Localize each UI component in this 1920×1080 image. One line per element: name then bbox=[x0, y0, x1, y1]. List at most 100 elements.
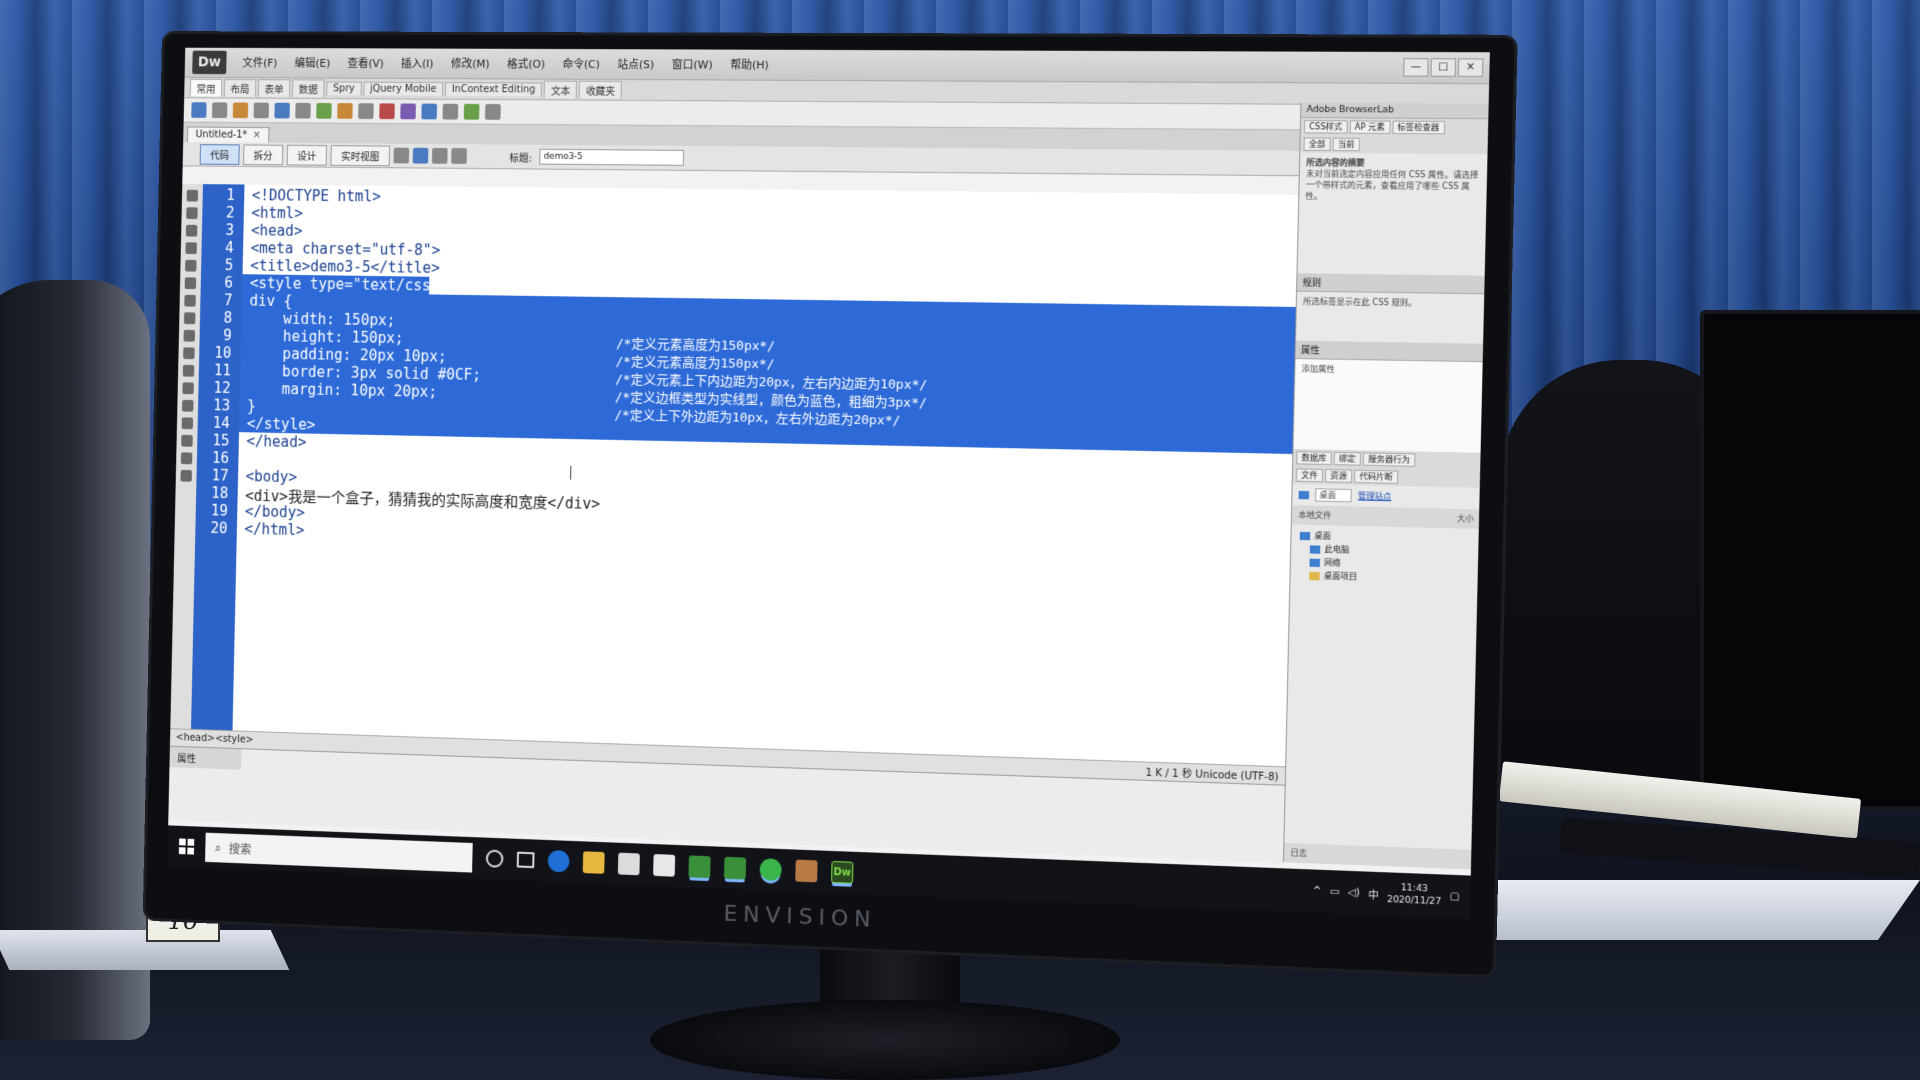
balance-braces-icon[interactable] bbox=[184, 277, 197, 290]
menu-insert[interactable]: 插入(I) bbox=[392, 55, 442, 71]
line-numbers-icon[interactable] bbox=[184, 294, 196, 307]
head-icon[interactable] bbox=[421, 103, 438, 120]
tab-all[interactable]: 全部 bbox=[1303, 137, 1331, 151]
horizontal-rule-icon[interactable] bbox=[253, 102, 270, 119]
tree-item[interactable]: 桌面项目 bbox=[1309, 570, 1472, 586]
refresh-icon[interactable] bbox=[451, 148, 467, 164]
close-button[interactable]: × bbox=[1457, 58, 1484, 77]
move-css-icon[interactable] bbox=[181, 417, 194, 430]
title-input[interactable]: demo3-5 bbox=[539, 148, 685, 166]
collapse-selection-icon[interactable] bbox=[185, 224, 198, 237]
date-icon[interactable] bbox=[358, 103, 374, 120]
tab-ap-elements[interactable]: AP 元素 bbox=[1349, 120, 1391, 134]
file-explorer-icon[interactable] bbox=[582, 851, 605, 874]
site-select[interactable]: 桌面 bbox=[1315, 488, 1352, 503]
select-parent-tag-icon[interactable] bbox=[185, 259, 197, 272]
comment-icon[interactable] bbox=[400, 103, 416, 120]
tab-tag-inspector[interactable]: 标签检查器 bbox=[1391, 120, 1445, 135]
collapse-tag-icon[interactable] bbox=[186, 207, 198, 220]
wechat-icon[interactable] bbox=[759, 858, 782, 881]
outdent-icon[interactable] bbox=[180, 452, 193, 465]
apply-comment-icon[interactable] bbox=[183, 347, 195, 360]
tab-assets[interactable]: 资源 bbox=[1324, 469, 1353, 483]
media-icon[interactable] bbox=[337, 103, 353, 119]
cortana-icon[interactable] bbox=[485, 849, 504, 868]
document-tab[interactable]: Untitled-1* × bbox=[186, 126, 270, 143]
minimize-button[interactable]: — bbox=[1403, 58, 1429, 77]
insert-tab-common[interactable]: 常用 bbox=[189, 78, 223, 97]
email-link-icon[interactable] bbox=[211, 102, 228, 119]
task-view-icon[interactable] bbox=[516, 851, 535, 869]
code-view-button[interactable]: 代码 bbox=[199, 143, 240, 165]
ime-indicator[interactable]: 中 bbox=[1368, 885, 1379, 902]
browserlab-panel-header[interactable]: Adobe BrowserLab bbox=[1301, 102, 1490, 120]
named-anchor-icon[interactable] bbox=[232, 102, 249, 119]
menu-edit[interactable]: 编辑(E) bbox=[286, 55, 339, 71]
notification-icon[interactable]: ▢ bbox=[1450, 891, 1460, 903]
insert-tab-spry[interactable]: Spry bbox=[326, 81, 362, 96]
preview-browser-icon[interactable] bbox=[412, 147, 429, 164]
expand-all-icon[interactable] bbox=[185, 242, 197, 255]
validate-icon[interactable] bbox=[431, 147, 448, 164]
insert-tab-data[interactable]: 数据 bbox=[291, 79, 325, 98]
hyperlink-icon[interactable] bbox=[191, 102, 207, 118]
menu-view[interactable]: 查看(V) bbox=[339, 55, 393, 71]
properties-panel-title[interactable]: 属性 bbox=[169, 746, 242, 770]
dreamweaver-icon[interactable]: Dw bbox=[831, 860, 854, 884]
split-view-button[interactable]: 拆分 bbox=[243, 143, 284, 165]
tab-snippets[interactable]: 代码片断 bbox=[1354, 469, 1399, 484]
menu-site[interactable]: 站点(S) bbox=[608, 56, 663, 72]
tab-databases[interactable]: 数据库 bbox=[1296, 451, 1332, 466]
open-documents-icon[interactable] bbox=[186, 189, 199, 202]
app-icon[interactable] bbox=[723, 856, 747, 880]
tag-chooser-icon[interactable] bbox=[484, 103, 501, 120]
menu-help[interactable]: 帮助(H) bbox=[721, 57, 778, 73]
insert-tab-favorites[interactable]: 收藏夹 bbox=[578, 80, 623, 99]
tab-files[interactable]: 文件 bbox=[1295, 468, 1324, 483]
add-property-link[interactable]: 添加属性 bbox=[1293, 359, 1484, 453]
recent-snippets-icon[interactable] bbox=[181, 399, 194, 412]
insert-tab-layout[interactable]: 布局 bbox=[223, 79, 257, 97]
image-icon[interactable] bbox=[316, 102, 332, 119]
taskbar-search[interactable]: ⌕ 搜索 bbox=[205, 832, 473, 873]
manage-sites-link[interactable]: 管理站点 bbox=[1358, 490, 1392, 502]
table-icon[interactable] bbox=[274, 102, 290, 119]
clock[interactable]: 11:43 2020/11/27 bbox=[1387, 882, 1442, 909]
syntax-error-icon[interactable] bbox=[183, 329, 196, 342]
network-icon[interactable]: ▭ bbox=[1330, 886, 1340, 898]
format-source-icon[interactable] bbox=[180, 469, 192, 482]
menu-window[interactable]: 窗口(W) bbox=[663, 56, 722, 72]
server-include-icon[interactable] bbox=[379, 103, 395, 120]
indent-icon[interactable] bbox=[181, 434, 193, 447]
chevron-up-icon[interactable]: ^ bbox=[1312, 885, 1321, 897]
mail-icon[interactable] bbox=[653, 854, 676, 877]
code-editor[interactable]: <!DOCTYPE html> <html> <head> <meta char… bbox=[232, 184, 1299, 767]
design-view-button[interactable]: 设计 bbox=[286, 144, 328, 166]
div-icon[interactable] bbox=[295, 102, 311, 119]
menu-modify[interactable]: 修改(M) bbox=[442, 55, 498, 71]
store-icon[interactable] bbox=[617, 852, 640, 876]
menu-file[interactable]: 文件(F) bbox=[234, 55, 286, 71]
template-icon[interactable] bbox=[463, 103, 480, 120]
highlight-invalid-icon[interactable] bbox=[183, 312, 196, 325]
volume-icon[interactable]: ◁) bbox=[1348, 887, 1360, 899]
close-icon[interactable]: × bbox=[253, 130, 261, 141]
script-icon[interactable] bbox=[442, 103, 459, 120]
insert-tab-forms[interactable]: 表单 bbox=[257, 79, 291, 97]
app-icon[interactable] bbox=[795, 859, 818, 883]
insert-tab-jquery-mobile[interactable]: jQuery Mobile bbox=[363, 81, 444, 96]
log-button[interactable]: 日志 bbox=[1283, 842, 1473, 870]
tab-bindings[interactable]: 绑定 bbox=[1333, 451, 1362, 466]
tab-css-styles[interactable]: CSS样式 bbox=[1303, 120, 1348, 134]
wrap-tag-icon[interactable] bbox=[182, 382, 194, 395]
live-view-button[interactable]: 实时视图 bbox=[330, 144, 391, 166]
menu-format[interactable]: 格式(O) bbox=[498, 56, 554, 72]
start-button[interactable] bbox=[167, 825, 206, 867]
multiscreen-icon[interactable] bbox=[393, 147, 410, 164]
insert-tab-incontext[interactable]: InContext Editing bbox=[444, 82, 543, 97]
tab-current[interactable]: 当前 bbox=[1332, 137, 1360, 152]
edge-icon[interactable] bbox=[547, 849, 570, 873]
menu-commands[interactable]: 命令(C) bbox=[554, 56, 609, 72]
tab-server-behaviors[interactable]: 服务器行为 bbox=[1362, 452, 1416, 467]
maximize-button[interactable]: □ bbox=[1430, 58, 1457, 77]
